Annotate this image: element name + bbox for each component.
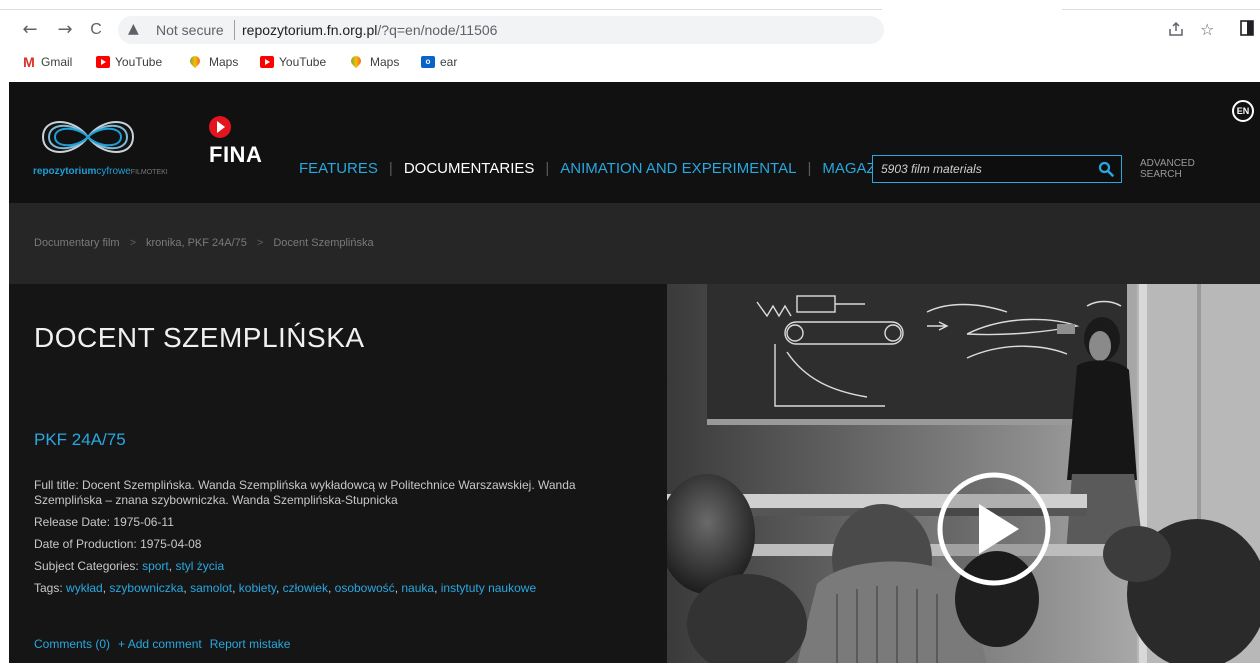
subject-categories-row: Subject Categories: sport, styl życia [34,559,225,573]
tag-link[interactable]: wykład [66,581,103,595]
nav-divider: | [388,160,393,177]
share-icon[interactable] [1167,20,1185,40]
tag-link[interactable]: nauka [401,581,434,595]
film-metadata: Full title: Docent Szemplińska. Wanda Sz… [34,478,644,603]
bookmark-maps[interactable]: Maps [190,54,238,70]
bookmark-maps-2[interactable]: Maps [351,54,399,70]
maps-icon [351,56,365,68]
tag-link[interactable]: osobowość [335,581,395,595]
tag-link[interactable]: samolot [190,581,232,595]
logo-word-light: cyfrowe [96,166,131,177]
security-label[interactable]: Not secure [156,22,224,38]
youtube-icon [260,56,274,68]
production-date-row: Date of Production: 1975-04-08 [34,537,202,551]
full-title-row: Full title: Docent Szemplińska. Wanda Sz… [34,478,576,507]
breadcrumb: Documentary film > kronika, PKF 24A/75 >… [34,237,374,249]
series-link[interactable]: PKF 24A/75 [34,430,126,450]
site-page: repozytoriumcyfroweFILMOTEKI FINA FEATUR… [9,82,1260,663]
logo-word-small: FILMOTEKI [130,169,168,176]
tags-row: Tags: wykład, szybowniczka, samolot, kob… [34,581,537,595]
bookmark-youtube[interactable]: YouTube [96,54,162,70]
infinity-logo-icon [41,121,135,153]
nav-features[interactable]: FEATURES [299,160,378,177]
back-icon[interactable]: ← [20,20,40,40]
comments-link[interactable]: Comments (0) [34,637,110,651]
tag-link[interactable]: instytuty naukowe [441,581,536,595]
page-title: DOCENT SZEMPLIŃSKA [34,322,365,353]
bookmark-gmail[interactable]: M Gmail [22,54,72,70]
nav-documentaries[interactable]: DOCUMENTARIES [404,160,535,177]
tag-link[interactable]: kobiety [239,581,276,595]
nav-divider: | [807,160,812,177]
gmail-icon: M [23,54,35,70]
breadcrumb-current: Docent Szemplińska [273,237,374,249]
film-details: DOCENT SZEMPLIŃSKA PKF 24A/75 Full title… [9,284,1260,663]
breadcrumb-chevron-icon: > [129,237,137,249]
breadcrumb-chevron-icon: > [256,237,264,249]
nav-divider: | [545,160,550,177]
video-player[interactable] [667,284,1260,663]
advanced-search-link[interactable]: ADVANCED SEARCH [1140,158,1195,180]
star-icon[interactable]: ☆ [1200,20,1214,40]
site-header: repozytoriumcyfroweFILMOTEKI FINA FEATUR… [9,82,1260,203]
breadcrumb-bar: Documentary film > kronika, PKF 24A/75 >… [9,203,1260,284]
maps-icon [190,56,204,68]
report-mistake-link[interactable]: Report mistake [210,637,291,651]
tag-link[interactable]: człowiek [283,581,328,595]
release-date-row: Release Date: 1975-06-11 [34,515,174,529]
fina-wordmark: FINA [209,142,263,167]
warning-icon: ▲ [128,21,139,37]
repozytorium-logo[interactable]: repozytoriumcyfroweFILMOTEKI [33,112,183,182]
outlook-icon: o [421,56,435,68]
search-placeholder: 5903 film materials [881,162,982,176]
search-icon[interactable] [1098,161,1114,177]
main-nav: FEATURES | DOCUMENTARIES | ANIMATION AND… [299,160,901,177]
bookmarks-bar: M Gmail YouTube Maps YouTube Maps o ear [0,50,1260,74]
logo-word-bold: repozytorium [33,166,97,177]
address-separator [234,20,235,40]
video-thumbnail [667,284,1260,663]
fina-logo[interactable]: FINA [209,116,279,176]
breadcrumb-item[interactable]: Documentary film [34,237,120,249]
add-comment-link[interactable]: + Add comment [118,637,202,651]
fina-play-icon [209,116,231,138]
nav-animation[interactable]: ANIMATION AND EXPERIMENTAL [560,160,796,177]
reload-icon[interactable]: C [86,20,106,40]
sidepanel-icon[interactable] [1240,20,1254,40]
forward-icon[interactable]: → [55,20,75,40]
url-text[interactable]: repozytorium.fn.org.pl/?q=en/node/11506 [242,22,497,38]
browser-toolbar: ← → C ▲ Not secure repozytorium.fn.org.p… [0,10,1260,50]
subject-link[interactable]: styl życia [175,559,224,573]
search-input[interactable]: 5903 film materials [872,155,1122,183]
film-actions: Comments (0) + Add comment Report mistak… [34,637,290,651]
youtube-icon [96,56,110,68]
subject-link[interactable]: sport [142,559,169,573]
language-switch[interactable]: EN [1232,100,1254,122]
tag-link[interactable]: szybowniczka [109,581,183,595]
tab-strip-edge [0,0,1260,10]
address-bar[interactable]: ▲ Not secure repozytorium.fn.org.pl/?q=e… [118,16,884,44]
breadcrumb-item[interactable]: kronika, PKF 24A/75 [146,237,247,249]
bookmark-youtube-2[interactable]: YouTube [260,54,326,70]
bookmark-ear[interactable]: o ear [421,54,457,70]
